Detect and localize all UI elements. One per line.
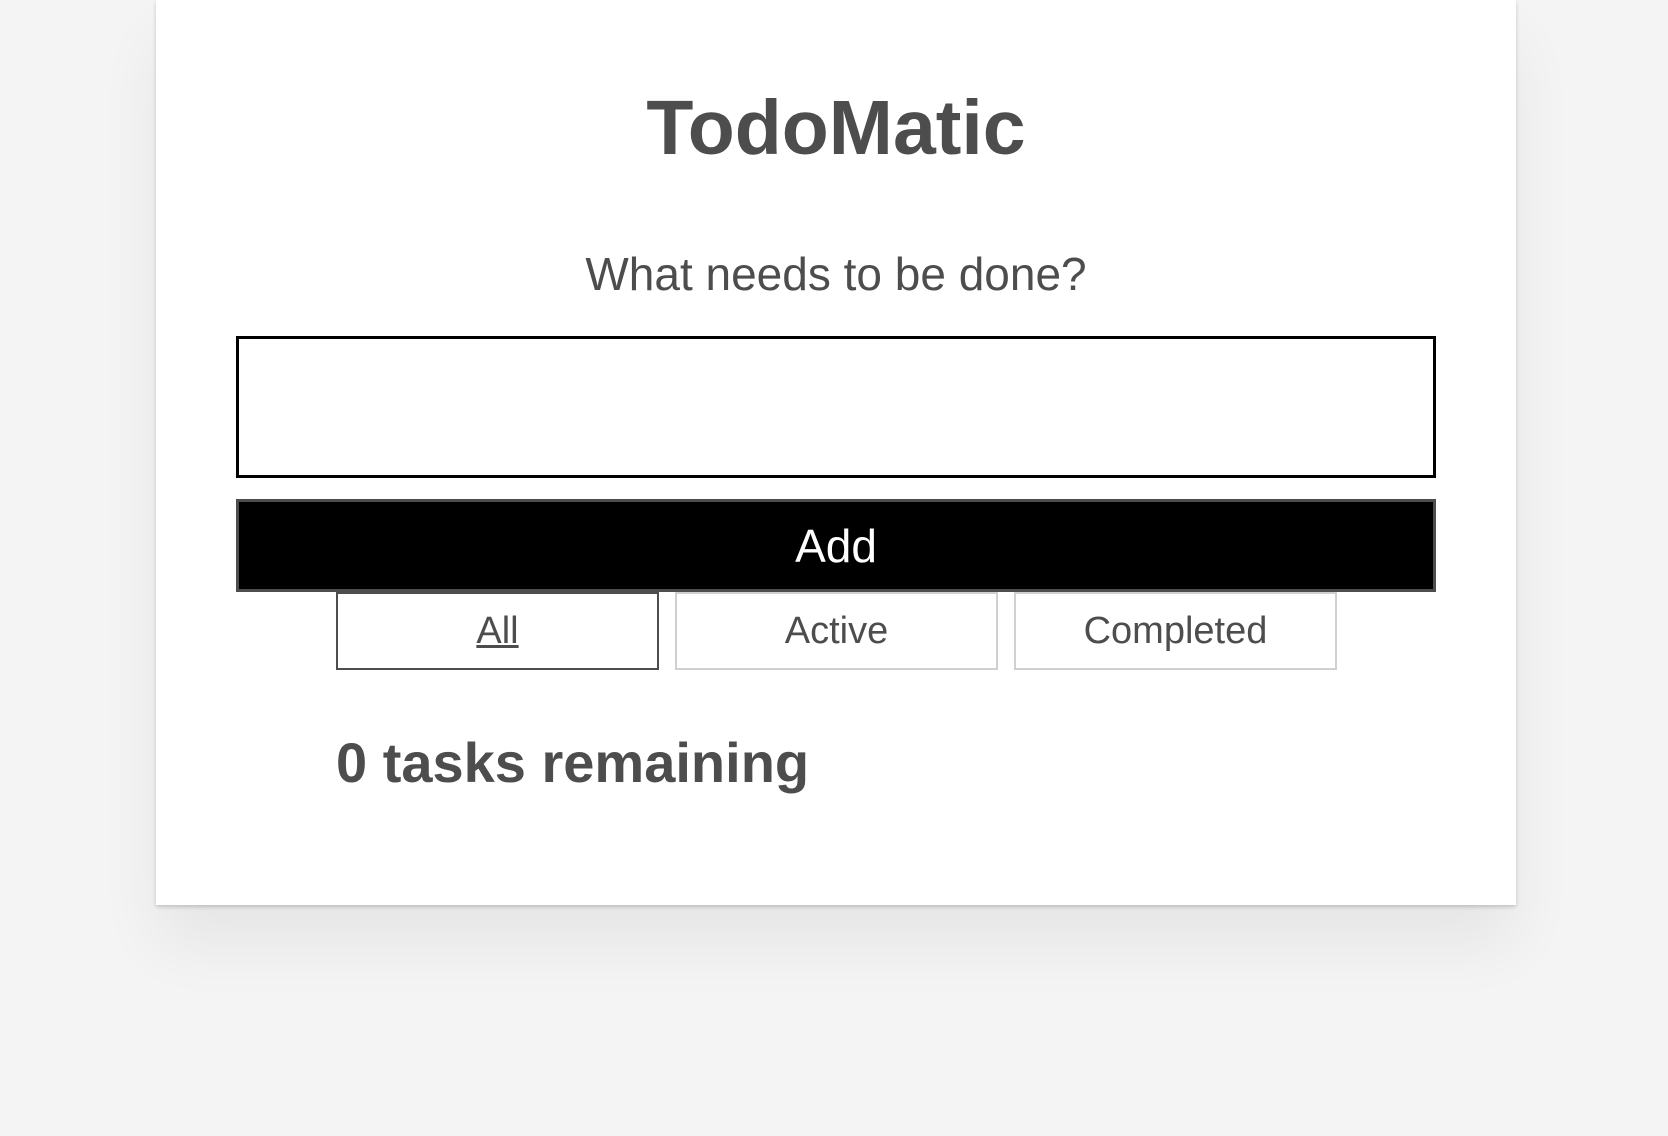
filter-all-button[interactable]: All	[336, 592, 659, 670]
todo-app: TodoMatic What needs to be done? Add All…	[156, 0, 1516, 905]
tasks-remaining-heading: 0 tasks remaining	[336, 731, 810, 794]
filter-active-button[interactable]: Active	[675, 592, 998, 670]
new-todo-input[interactable]	[236, 336, 1436, 478]
app-title: TodoMatic	[646, 85, 1026, 171]
add-button[interactable]: Add	[236, 499, 1436, 592]
filter-group: All Active Completed	[336, 592, 1337, 670]
new-todo-label: What needs to be done?	[585, 248, 1087, 300]
filter-completed-button[interactable]: Completed	[1014, 592, 1337, 670]
